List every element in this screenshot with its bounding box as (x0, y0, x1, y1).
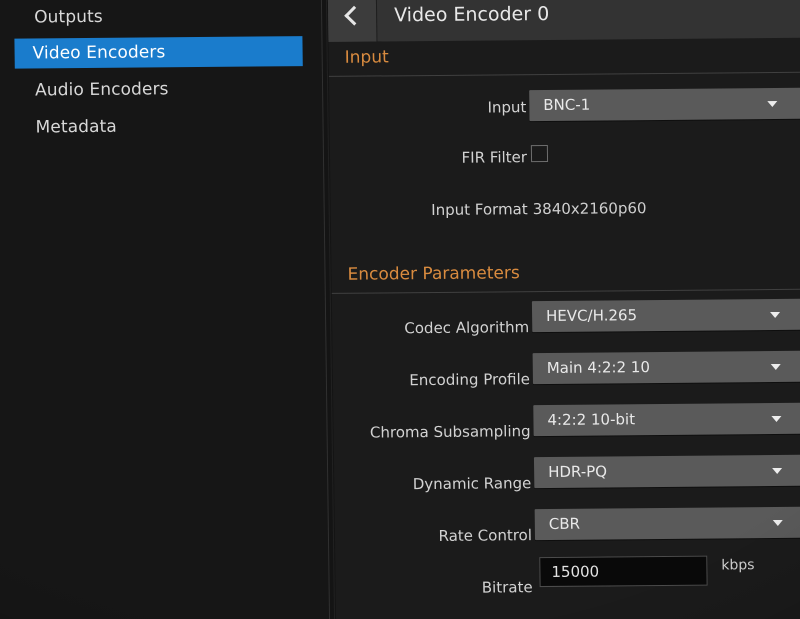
sidebar-item-metadata[interactable]: Metadata (17, 110, 297, 142)
codec-algorithm-value: HEVC/H.265 (545, 306, 638, 326)
rate-control-label: Rate Control (438, 526, 533, 545)
encoding-profile-value: Main 4:2:2 10 (546, 358, 651, 378)
section-header-encoder-parameters: Encoder Parameters (347, 263, 520, 285)
section-rule (331, 288, 800, 294)
codec-algorithm-label: Codec Algorithm (404, 318, 530, 338)
rate-control-dropdown[interactable]: CBR (534, 506, 800, 541)
dynamic-range-label: Dynamic Range (412, 474, 532, 494)
screen-content: Outputs Video Encoders Audio Encoders Me… (0, 0, 800, 619)
sidebar-item-outputs[interactable]: Outputs (16, 0, 296, 32)
sidebar-item-label: Video Encoders (32, 42, 166, 64)
chevron-down-icon (770, 363, 781, 371)
encoding-profile-dropdown[interactable]: Main 4:2:2 10 (532, 350, 800, 385)
codec-algorithm-dropdown[interactable]: HEVC/H.265 (531, 298, 800, 333)
chevron-down-icon (772, 467, 783, 475)
fir-filter-label: FIR Filter (461, 148, 528, 167)
panel-titlebar: Video Encoder 0 (327, 0, 800, 42)
section-header-input: Input (344, 47, 389, 68)
navigation-sidebar: Outputs Video Encoders Audio Encoders Me… (0, 0, 331, 619)
encoding-profile-label: Encoding Profile (409, 370, 531, 390)
settings-panel: Video Encoder 0 Input Input BNC-1 FIR Fi… (327, 0, 800, 619)
bitrate-input[interactable]: 15000 (539, 555, 708, 588)
dynamic-range-value: HDR-PQ (548, 462, 608, 481)
input-format-label: Input Format (431, 200, 528, 220)
chevron-down-icon (772, 519, 783, 527)
sidebar-item-label: Metadata (35, 116, 118, 138)
sidebar-item-label: Audio Encoders (34, 79, 169, 101)
chevron-down-icon (771, 415, 782, 423)
dynamic-range-dropdown[interactable]: HDR-PQ (533, 454, 800, 489)
bitrate-unit-label: kbps (721, 557, 755, 574)
page-title: Video Encoder 0 (393, 2, 550, 27)
sidebar-item-audio-encoders[interactable]: Audio Encoders (17, 73, 297, 105)
section-rule (328, 71, 800, 77)
chevron-down-icon (767, 100, 778, 108)
chroma-subsampling-value: 4:2:2 10-bit (547, 410, 636, 429)
sidebar-item-video-encoders[interactable]: Video Encoders (14, 36, 303, 69)
input-label: Input (487, 98, 527, 117)
rate-control-value: CBR (548, 514, 581, 533)
encoder-configuration-screen: Outputs Video Encoders Audio Encoders Me… (0, 0, 800, 619)
input-dropdown[interactable]: BNC-1 (529, 87, 800, 122)
bitrate-value: 15000 (551, 562, 600, 581)
chevron-left-icon (344, 5, 365, 26)
sidebar-item-label: Outputs (34, 6, 103, 28)
chroma-subsampling-dropdown[interactable]: 4:2:2 10-bit (533, 402, 800, 437)
chevron-down-icon (770, 311, 781, 319)
bitrate-label: Bitrate (481, 578, 533, 597)
fir-filter-checkbox[interactable] (530, 144, 549, 163)
titlebar-divider (375, 0, 378, 42)
input-format-value: 3840x2160p60 (532, 199, 647, 219)
chroma-subsampling-label: Chroma Subsampling (369, 422, 531, 442)
back-button[interactable] (327, 0, 377, 42)
input-dropdown-value: BNC-1 (543, 95, 591, 115)
